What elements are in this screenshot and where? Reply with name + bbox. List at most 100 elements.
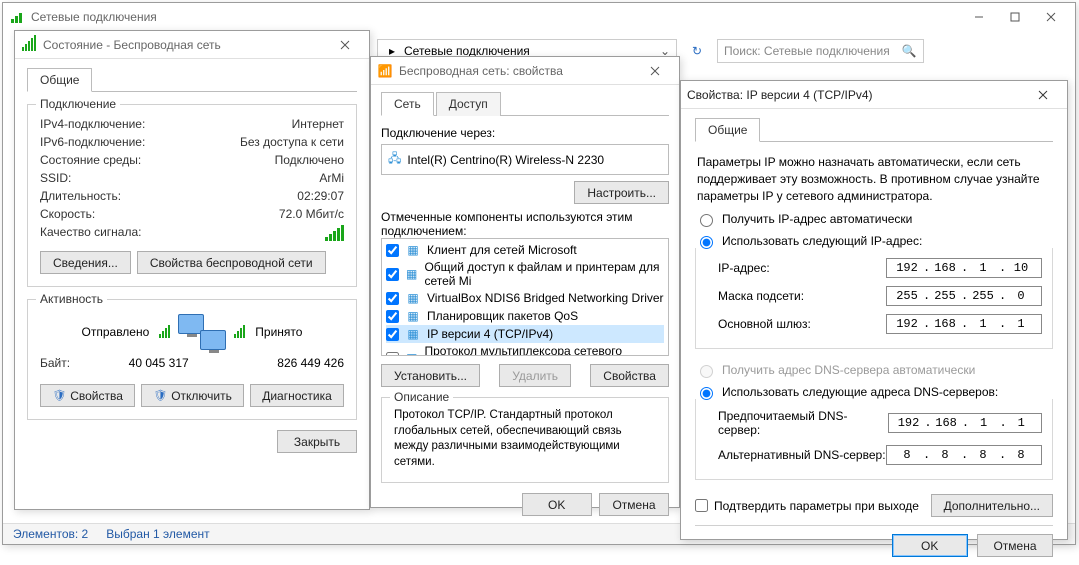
component-icon: ▦ (405, 242, 421, 258)
component-item[interactable]: ▦ Общий доступ к файлам и принтерам для с… (386, 259, 664, 289)
close-button[interactable]: Закрыть (277, 430, 357, 453)
status-titlebar: Состояние - Беспроводная сеть (15, 31, 369, 59)
radio-auto-dns-input (700, 365, 713, 378)
confirm-on-exit-checkbox[interactable]: Подтвердить параметры при выходе (695, 498, 919, 514)
components-list[interactable]: ▦Клиент для сетей Microsoft▦Общий доступ… (381, 238, 669, 356)
radio-manual-dns-input[interactable] (700, 387, 713, 400)
install-button[interactable]: Установить... (381, 364, 480, 387)
component-checkbox[interactable] (386, 310, 399, 323)
cancel-button[interactable]: Отмена (599, 493, 669, 516)
component-item[interactable]: ▦ IP версии 4 (TCP/IPv4) (386, 325, 664, 343)
component-label: IP версии 4 (TCP/IPv4) (427, 327, 553, 341)
component-properties-button[interactable]: Свойства (590, 364, 669, 387)
component-label: Общий доступ к файлам и принтерам для се… (424, 260, 664, 288)
cancel-button[interactable]: Отмена (977, 534, 1053, 557)
main-title: Сетевые подключения (31, 10, 961, 24)
component-item[interactable]: ▦Клиент для сетей Microsoft (386, 241, 664, 259)
component-item[interactable]: ▦Протокол мультиплексора сетевого адапте… (386, 343, 664, 356)
close-button[interactable] (327, 34, 363, 56)
adapter-icon: 📶 (377, 63, 393, 79)
dns1-field[interactable]: 192.168.1.1 (888, 413, 1042, 433)
shield-icon: 🛡 (52, 389, 66, 402)
component-icon: ▦ (405, 290, 421, 306)
details-button[interactable]: Сведения... (40, 251, 131, 274)
search-input[interactable]: Поиск: Сетевые подключения 🔍 (717, 39, 924, 63)
status-title: Состояние - Беспроводная сеть (43, 38, 327, 52)
radio-manual-ip-input[interactable] (700, 236, 713, 249)
ssid-value: ArMi (319, 171, 344, 185)
confirm-on-exit-input[interactable] (695, 499, 708, 512)
tab-general[interactable]: Общие (695, 118, 760, 142)
dns2-field[interactable]: 8.8.8.8 (886, 445, 1042, 465)
component-icon: ▦ (405, 350, 419, 356)
wireless-properties-button[interactable]: Свойства беспроводной сети (137, 251, 326, 274)
search-icon: 🔍 (902, 44, 917, 58)
properties-button[interactable]: 🛡Свойства (40, 384, 135, 407)
component-checkbox[interactable] (386, 244, 399, 257)
advanced-button[interactable]: Дополнительно... (931, 494, 1053, 517)
adapter-field: 🖧 Intel(R) Centrino(R) Wireless-N 2230 (381, 144, 669, 175)
maximize-button[interactable] (997, 6, 1033, 28)
disable-button[interactable]: 🛡Отключить (141, 384, 244, 407)
group-activity: Активность (36, 292, 107, 306)
component-icon: ▦ (405, 326, 421, 342)
group-connection: Подключение (36, 97, 120, 111)
bytes-sent: 40 045 317 (70, 356, 247, 370)
radio-auto-dns: Получить адрес DNS-сервера автоматически (695, 359, 1053, 381)
description-label: Описание (390, 390, 453, 404)
component-checkbox[interactable] (386, 268, 399, 281)
uninstall-button[interactable]: Удалить (499, 364, 571, 387)
tab-network[interactable]: Сеть (381, 92, 434, 116)
main-titlebar: Сетевые подключения (3, 3, 1075, 31)
subnet-mask-field[interactable]: 255.255.255.0 (886, 286, 1042, 306)
ip-address-field[interactable]: 192.168.1.10 (886, 258, 1042, 278)
media-value: Подключено (275, 153, 344, 167)
activity-monitors-icon (178, 314, 226, 350)
component-item[interactable]: ▦ VirtualBox NDIS6 Bridged Networking Dri… (386, 289, 664, 307)
activity-recv-icon (234, 326, 245, 338)
gateway-label: Основной шлюз: (718, 317, 811, 331)
component-checkbox[interactable] (386, 328, 399, 341)
component-checkbox[interactable] (386, 352, 399, 357)
gateway-field[interactable]: 192.168.1.1 (886, 314, 1042, 334)
signal-strength-icon (325, 225, 344, 241)
status-item-count: Элементов: 2 (13, 527, 88, 541)
ipv4-value: Интернет (292, 117, 344, 131)
ipv4-properties-window: Свойства: IP версии 4 (TCP/IPv4) Общие П… (680, 80, 1068, 540)
description-text: Протокол TCP/IP. Стандартный протокол гл… (394, 408, 656, 470)
bytes-label: Байт: (40, 356, 70, 370)
status-selection: Выбран 1 элемент (106, 527, 209, 541)
component-icon: ▦ (405, 266, 418, 282)
ipv4-label: IPv4-подключение: (40, 117, 145, 131)
ok-button[interactable]: OK (522, 493, 592, 516)
ok-button[interactable]: OK (892, 534, 968, 557)
activity-sent-icon (159, 326, 170, 338)
tab-access[interactable]: Доступ (436, 92, 501, 116)
adapter-properties-window: 📶 Беспроводная сеть: свойства Сеть Досту… (370, 56, 680, 508)
diagnose-button[interactable]: Диагностика (250, 384, 344, 407)
component-icon: ▦ (405, 308, 421, 324)
bytes-recv: 826 449 426 (277, 356, 344, 370)
configure-button[interactable]: Настроить... (574, 181, 669, 204)
duration-label: Длительность: (40, 189, 121, 203)
ssid-label: SSID: (40, 171, 71, 185)
adapter-name: Intel(R) Centrino(R) Wireless-N 2230 (407, 153, 604, 167)
refresh-button[interactable]: ↻ (683, 37, 711, 65)
radio-auto-ip-input[interactable] (700, 214, 713, 227)
minimize-button[interactable] (961, 6, 997, 28)
component-item[interactable]: ▦Планировщик пакетов QoS (386, 307, 664, 325)
wifi-status-window: Состояние - Беспроводная сеть Общие Подк… (14, 30, 370, 510)
component-checkbox[interactable] (386, 292, 399, 305)
close-button[interactable] (637, 60, 673, 82)
props-title: Беспроводная сеть: свойства (399, 64, 637, 78)
tab-general[interactable]: Общие (27, 68, 92, 92)
ipv6-value: Без доступа к сети (240, 135, 344, 149)
close-button[interactable] (1033, 6, 1069, 28)
close-button[interactable] (1025, 84, 1061, 106)
component-label: VirtualBox NDIS6 Bridged Networking Driv… (427, 291, 664, 305)
ipv4-titlebar: Свойства: IP версии 4 (TCP/IPv4) (681, 81, 1067, 109)
nic-icon: 🖧 (388, 149, 401, 170)
props-titlebar: 📶 Беспроводная сеть: свойства (371, 57, 679, 85)
radio-auto-ip[interactable]: Получить IP-адрес автоматически (695, 208, 1053, 230)
shield-icon: 🛡 (153, 389, 167, 402)
